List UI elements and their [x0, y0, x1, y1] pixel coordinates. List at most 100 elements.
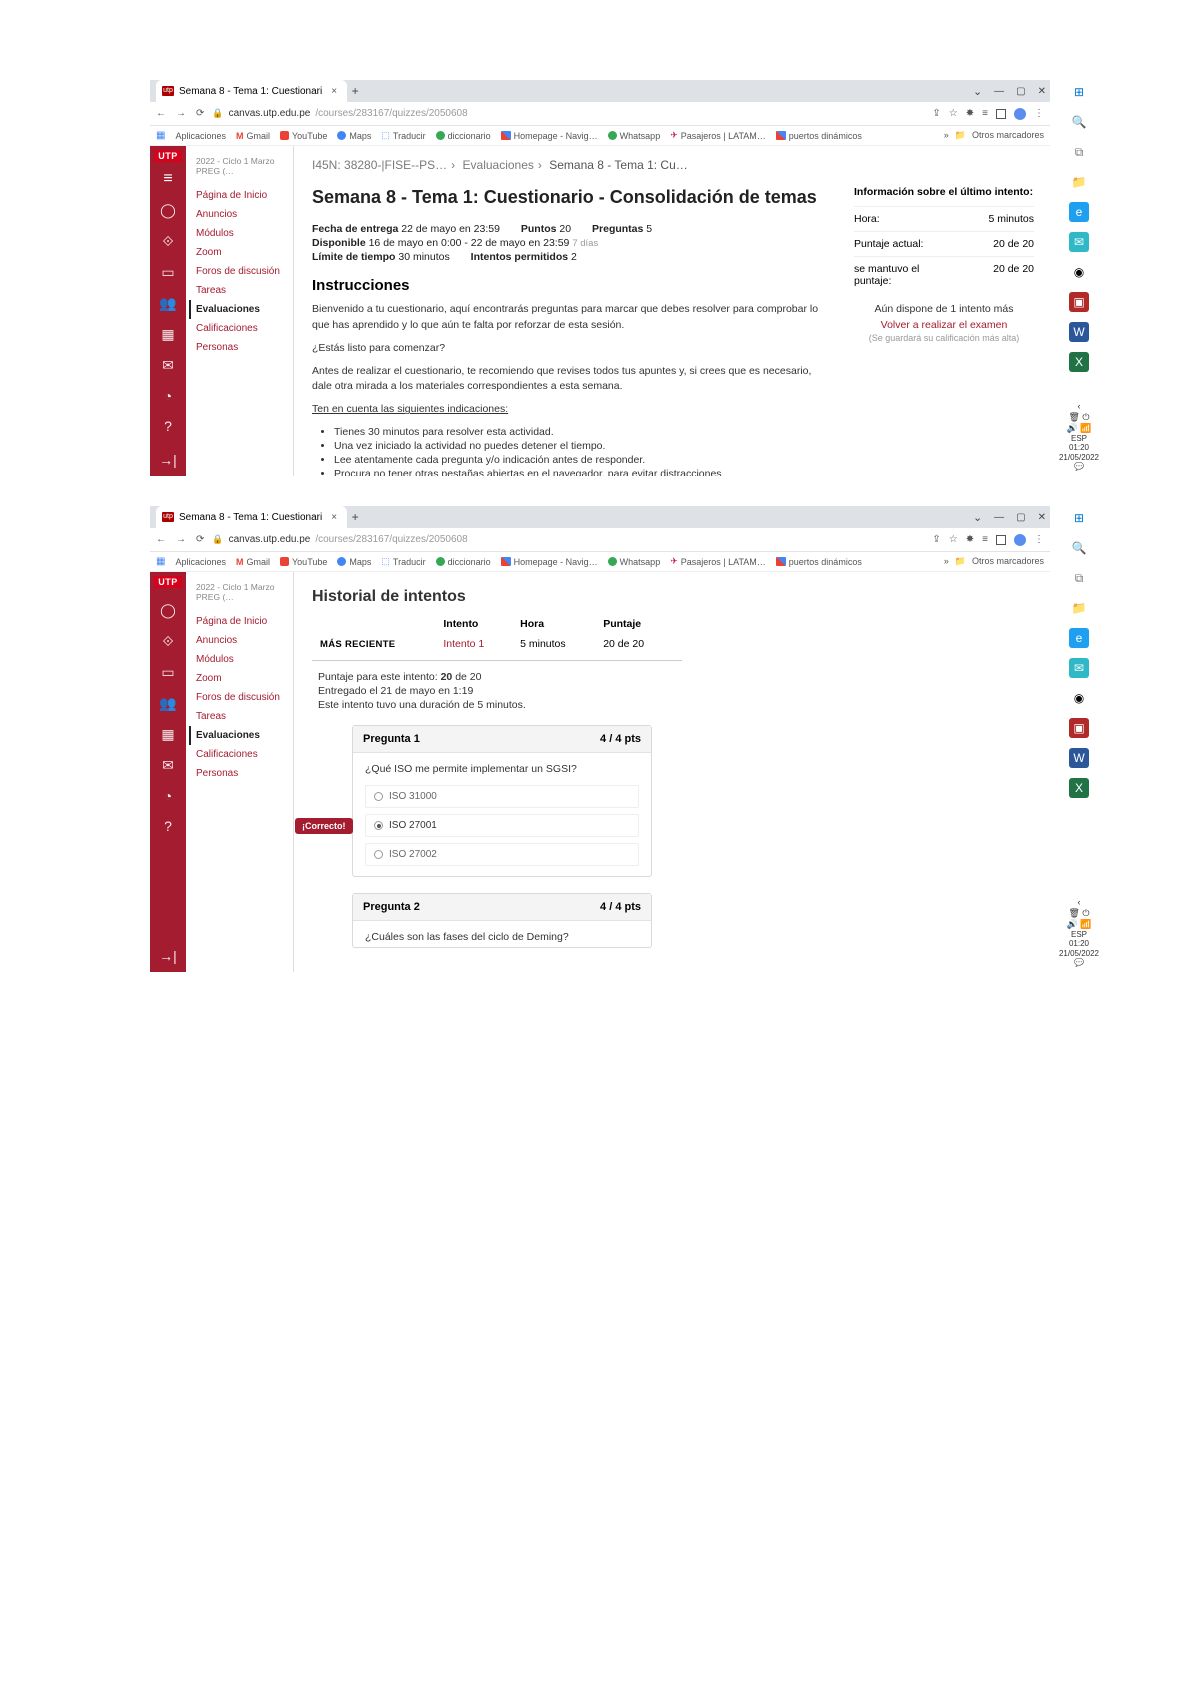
chevron-down-icon[interactable]: ⌄: [973, 511, 982, 524]
excel-icon[interactable]: X: [1069, 778, 1089, 798]
edge-icon[interactable]: e: [1069, 202, 1089, 222]
new-tab-button[interactable]: +: [347, 510, 363, 524]
reading-list-icon[interactable]: ≡: [982, 534, 988, 545]
apps-shortcut[interactable]: Aplicaciones: [175, 557, 226, 567]
coursemenu-anuncios[interactable]: Anuncios: [196, 631, 293, 650]
utp-logo[interactable]: UTP: [154, 150, 182, 162]
app-icon-1[interactable]: ▣: [1069, 718, 1089, 738]
new-tab-button[interactable]: +: [347, 84, 363, 98]
url-field[interactable]: 🔒 canvas.utp.edu.pe/courses/283167/quizz…: [212, 108, 924, 119]
browser-tab[interactable]: utp Semana 8 - Tema 1: Cuestionari ×: [156, 506, 347, 528]
reading-list-icon[interactable]: ≡: [982, 108, 988, 119]
mail-icon[interactable]: ✉: [1069, 658, 1089, 678]
coursemenu-anuncios[interactable]: Anuncios: [196, 205, 293, 224]
coursemenu-evaluaciones[interactable]: Evaluaciones: [189, 726, 293, 745]
bookmark-item[interactable]: puertos dinámicos: [776, 557, 862, 567]
notifications-icon[interactable]: 💬: [1059, 462, 1099, 472]
coursemenu-personas[interactable]: Personas: [196, 338, 293, 357]
dashboard-icon[interactable]: ⟐: [162, 633, 173, 650]
nav-back-icon[interactable]: ←: [156, 108, 166, 119]
utp-logo[interactable]: UTP: [154, 576, 182, 588]
browser-tab[interactable]: utp Semana 8 - Tema 1: Cuestionari ×: [156, 80, 347, 102]
bookmark-item[interactable]: ✈Pasajeros | LATAM…: [670, 556, 766, 567]
search-icon[interactable]: 🔍: [1069, 112, 1089, 132]
breadcrumb-section[interactable]: Evaluaciones: [463, 158, 534, 172]
tab-close-icon[interactable]: ×: [331, 86, 337, 97]
expand-tray-icon[interactable]: ‹: [1059, 897, 1099, 908]
chrome-icon[interactable]: ◉: [1069, 262, 1089, 282]
bookmark-item[interactable]: YouTube: [280, 131, 327, 141]
coursemenu-calificaciones[interactable]: Calificaciones: [196, 745, 293, 764]
coursemenu-modulos[interactable]: Módulos: [196, 650, 293, 669]
bookmark-item[interactable]: puertos dinámicos: [776, 131, 862, 141]
windows-start-icon[interactable]: ⊞: [1069, 82, 1089, 102]
expand-tray-icon[interactable]: ‹: [1059, 401, 1099, 412]
bookmark-item[interactable]: Maps: [337, 557, 371, 567]
coursemenu-zoom[interactable]: Zoom: [196, 243, 293, 262]
hamburger-icon[interactable]: ≡: [163, 170, 172, 188]
breadcrumb-course[interactable]: I45N: 38280-|FISE--PS…: [312, 158, 447, 172]
bookmark-item[interactable]: Whatsapp: [608, 131, 661, 141]
extensions-icon[interactable]: ✸: [966, 108, 974, 119]
bookmark-item[interactable]: ⬚Traducir: [381, 556, 425, 567]
excel-icon[interactable]: X: [1069, 352, 1089, 372]
tray-icons[interactable]: 🗑 ⏻🔊 📶: [1059, 412, 1099, 434]
coursemenu-tareas[interactable]: Tareas: [196, 707, 293, 726]
coursemenu-home[interactable]: Página de Inicio: [196, 186, 293, 205]
tray-icons[interactable]: 🗑 ⏻🔊 📶: [1059, 908, 1099, 930]
bookmark-item[interactable]: Homepage - Navig…: [501, 131, 598, 141]
bookmark-item[interactable]: diccionario: [436, 557, 491, 567]
share-icon[interactable]: ⇪: [932, 108, 940, 119]
bookmark-item[interactable]: Whatsapp: [608, 557, 661, 567]
groups-icon[interactable]: 👥: [159, 695, 176, 712]
word-icon[interactable]: W: [1069, 322, 1089, 342]
coursemenu-personas[interactable]: Personas: [196, 764, 293, 783]
groups-icon[interactable]: 👥: [159, 295, 176, 312]
install-icon[interactable]: [996, 109, 1006, 119]
star-icon[interactable]: ☆: [949, 108, 958, 119]
word-icon[interactable]: W: [1069, 748, 1089, 768]
bookmark-overflow[interactable]: »: [944, 556, 949, 567]
window-maximize-icon[interactable]: ▢: [1016, 512, 1025, 523]
url-field[interactable]: 🔒 canvas.utp.edu.pe/courses/283167/quizz…: [212, 534, 924, 545]
clock-time[interactable]: 01:20: [1059, 939, 1099, 949]
windows-start-icon[interactable]: ⊞: [1069, 508, 1089, 528]
nav-forward-icon[interactable]: →: [176, 108, 186, 119]
notifications-icon[interactable]: 💬: [1059, 958, 1099, 968]
help-icon[interactable]: ?: [164, 418, 172, 434]
file-explorer-icon[interactable]: 📁: [1069, 598, 1089, 618]
task-view-icon[interactable]: ⧉: [1069, 568, 1089, 588]
bookmark-item[interactable]: ⬚Traducir: [381, 130, 425, 141]
keyboard-lang[interactable]: ESP: [1059, 930, 1099, 940]
chevron-down-icon[interactable]: ⌄: [973, 85, 982, 98]
help-icon[interactable]: ?: [164, 818, 172, 834]
search-icon[interactable]: 🔍: [1069, 538, 1089, 558]
window-close-icon[interactable]: ✕: [1038, 86, 1046, 97]
window-close-icon[interactable]: ✕: [1038, 512, 1046, 523]
window-minimize-icon[interactable]: —: [994, 512, 1004, 523]
app-icon-1[interactable]: ▣: [1069, 292, 1089, 312]
retake-quiz-link[interactable]: Volver a realizar el examen: [854, 319, 1034, 331]
file-explorer-icon[interactable]: 📁: [1069, 172, 1089, 192]
inbox-icon[interactable]: ✉: [162, 757, 174, 774]
other-bookmarks[interactable]: Otros marcadores: [972, 556, 1044, 567]
bookmark-overflow[interactable]: »: [944, 130, 949, 141]
apps-shortcut[interactable]: Aplicaciones: [175, 131, 226, 141]
window-minimize-icon[interactable]: —: [994, 86, 1004, 97]
collapse-rail-icon[interactable]: →|: [159, 452, 177, 468]
coursemenu-tareas[interactable]: Tareas: [196, 281, 293, 300]
coursemenu-foros[interactable]: Foros de discusión: [196, 688, 293, 707]
coursemenu-home[interactable]: Página de Inicio: [196, 612, 293, 631]
collapse-rail-icon[interactable]: →|: [159, 948, 177, 964]
coursemenu-foros[interactable]: Foros de discusión: [196, 262, 293, 281]
bookmark-item[interactable]: YouTube: [280, 557, 327, 567]
bookmark-item[interactable]: MGmail: [236, 131, 270, 141]
chrome-menu-icon[interactable]: ⋮: [1034, 108, 1044, 119]
edge-icon[interactable]: e: [1069, 628, 1089, 648]
chrome-icon[interactable]: ◉: [1069, 688, 1089, 708]
keyboard-lang[interactable]: ESP: [1059, 434, 1099, 444]
bookmark-item[interactable]: Homepage - Navig…: [501, 557, 598, 567]
share-icon[interactable]: ⇪: [932, 534, 940, 545]
account-icon[interactable]: ◯: [160, 202, 176, 219]
profile-avatar-icon[interactable]: [1014, 534, 1026, 546]
